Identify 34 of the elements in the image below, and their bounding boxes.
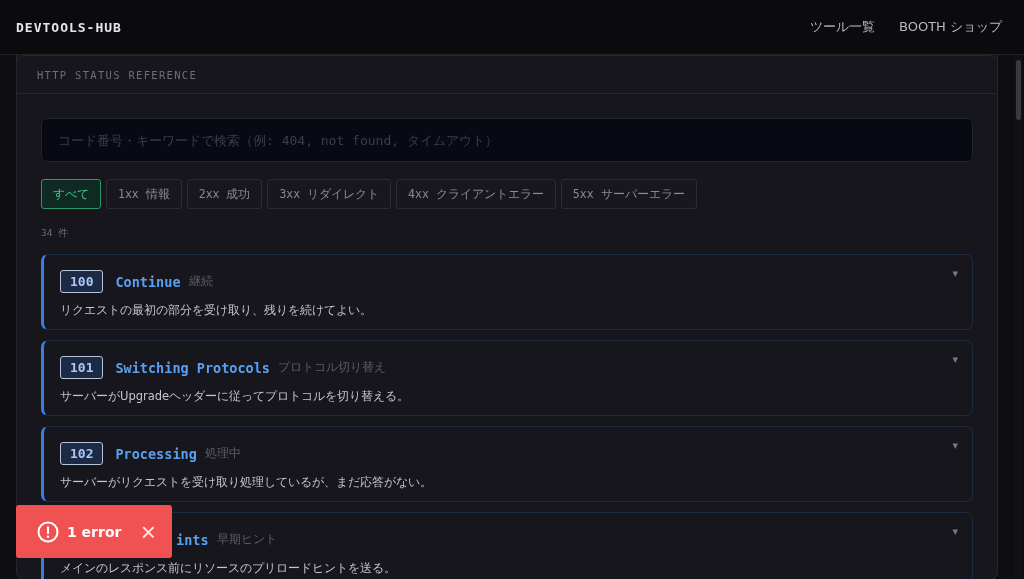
filter-tab[interactable]: 5xx サーバーエラー	[560, 179, 697, 209]
filter-tab[interactable]: 2xx 成功	[186, 179, 263, 209]
filter-tab[interactable]: すべて	[41, 179, 101, 209]
expand-icon[interactable]: ▾	[952, 353, 958, 366]
close-button[interactable]: ×	[140, 518, 156, 545]
status-name: ints	[176, 531, 209, 548]
status-card[interactable]: 102 Processing 処理中 サーバーがリクエストを受け取り処理しているが、まだ応答がない。 ▾	[41, 426, 973, 502]
result-count: 34 件	[41, 227, 70, 240]
status-description: メインのレスポンス前にリソースのプリロードヒントを送る。	[60, 561, 397, 576]
panel-title: HTTP STATUS REFERENCE	[37, 69, 199, 81]
expand-icon[interactable]: ▾	[952, 267, 958, 280]
status-description: リクエストの最初の部分を受け取り、残りを続けてよい。	[60, 303, 373, 318]
status-translation: 早期ヒント	[216, 531, 277, 548]
alert-icon	[37, 520, 59, 543]
status-name: Switching Protocols	[115, 359, 270, 376]
status-translation: 継続	[188, 273, 213, 290]
nav-link[interactable]: ツール一覧	[810, 18, 875, 36]
expand-icon[interactable]: ▾	[952, 439, 958, 452]
status-description: サーバーがUpgradeヘッダーに従ってプロトコルを切り替える。	[60, 389, 411, 404]
site-logo[interactable]: DEVTOOLS-HUB	[16, 19, 122, 35]
status-code: 100	[60, 270, 104, 293]
status-code: 102	[60, 442, 104, 465]
status-name: Continue	[115, 273, 181, 290]
filter-tab[interactable]: 1xx 情報	[106, 179, 182, 209]
filter-tab[interactable]: 3xx リダイレクト	[267, 179, 392, 209]
status-name: Processing	[115, 445, 197, 462]
nav-link[interactable]: BOOTH ショップ	[899, 18, 1002, 36]
status-description: サーバーがリクエストを受け取り処理しているが、まだ応答がない。	[60, 475, 433, 490]
filter-tab[interactable]: 4xx クライアントエラー	[396, 179, 556, 209]
status-code: 101	[60, 356, 104, 379]
expand-icon[interactable]: ▾	[952, 525, 958, 538]
status-translation: 処理中	[204, 445, 241, 462]
status-card[interactable]: 100 Continue 継続 リクエストの最初の部分を受け取り、残りを続けてよい。 ▾	[41, 254, 973, 330]
error-message: 1 error	[67, 523, 123, 540]
